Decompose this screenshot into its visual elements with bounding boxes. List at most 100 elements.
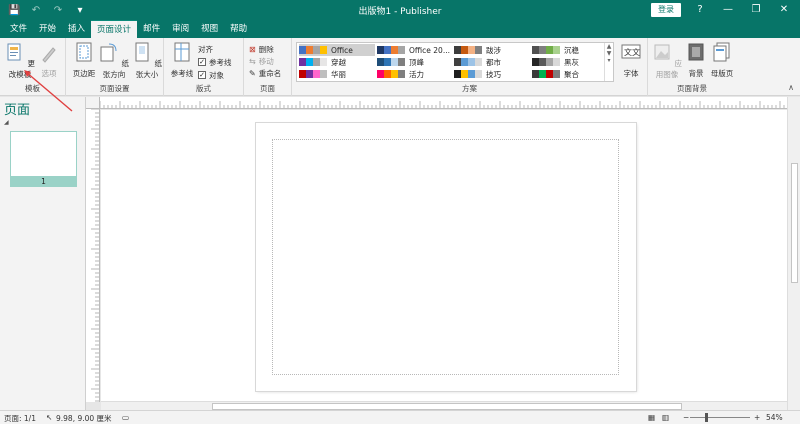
scheme-name: 华丽 [331, 69, 346, 79]
scheme-name: Office [331, 45, 353, 55]
scheme-item[interactable]: 穿越 [299, 56, 375, 68]
scheme-item[interactable]: 跋涉 [454, 44, 530, 56]
master-page-icon [713, 42, 730, 62]
undo-icon[interactable]: ↶ [30, 5, 42, 16]
workspace-canvas[interactable] [101, 110, 787, 401]
page-setup-group: 页边距 纸张方向 纸张大小 页面设置 [66, 38, 164, 96]
delete-page-button[interactable]: ⊠ 删除 [249, 43, 274, 55]
margin-guides [272, 139, 619, 375]
help-button[interactable]: ? [686, 0, 714, 20]
scheme-item[interactable]: 聚合 [532, 68, 608, 80]
zoom-out-button[interactable]: − [683, 413, 689, 422]
group-label-layout: 版式 [196, 84, 211, 93]
zoom-slider-knob[interactable] [705, 413, 708, 422]
scheme-item[interactable]: 黑灰 [532, 56, 608, 68]
scheme-swatch [454, 58, 482, 66]
group-label-schemes: 方案 [462, 84, 477, 93]
collapse-triangle-icon[interactable]: ◢ [4, 119, 9, 126]
scheme-swatch [377, 58, 405, 66]
scheme-name: 活力 [409, 69, 424, 79]
delete-icon: ⊠ [249, 44, 256, 54]
tab-insert[interactable]: 插入 [62, 20, 91, 38]
orientation-button[interactable]: 纸张方向 [97, 42, 131, 80]
scheme-swatch [532, 58, 560, 66]
show-objects-checkbox[interactable]: ✓ 对象 [198, 69, 224, 81]
background-icon [688, 43, 704, 61]
vertical-ruler[interactable] [86, 109, 100, 402]
guides-icon [174, 42, 190, 62]
tab-mailings[interactable]: 邮件 [137, 20, 166, 38]
horizontal-ruler[interactable] [100, 97, 787, 109]
size-button[interactable]: 纸张大小 [130, 42, 164, 80]
apply-image-button[interactable]: 应用图像 [650, 42, 684, 80]
scheme-item[interactable]: 沉稳 [532, 44, 608, 56]
close-button[interactable]: ✕ [770, 0, 798, 20]
scheme-item[interactable]: Office 20... [377, 44, 453, 56]
fonts-button[interactable]: 文 文 字体 [618, 42, 644, 79]
save-icon[interactable]: 💾 [8, 5, 20, 16]
align-option[interactable]: 对齐 [198, 43, 213, 55]
single-page-view-icon[interactable]: ▦ [648, 413, 655, 422]
tab-review[interactable]: 审阅 [166, 20, 195, 38]
restore-button[interactable]: ❐ [742, 0, 770, 20]
publication-page[interactable] [256, 123, 636, 391]
cursor-icon: ↖ [46, 413, 53, 422]
tab-home[interactable]: 开始 [33, 20, 62, 38]
quick-access-toolbar: 💾 ↶ ↷ ▾ [0, 0, 86, 20]
move-icon: ⇆ [249, 56, 256, 66]
two-page-view-icon[interactable]: ▥ [662, 413, 669, 422]
margins-button[interactable]: 页边距 [70, 42, 98, 79]
tab-view[interactable]: 视图 [195, 20, 224, 38]
zoom-level[interactable]: 54% [766, 413, 783, 422]
group-label-page-background: 页面背景 [677, 84, 707, 93]
horizontal-scroll-thumb[interactable] [212, 403, 682, 410]
scheme-swatch [377, 46, 405, 54]
move-page-button[interactable]: ⇆ 移动 [249, 55, 274, 67]
template-group: 更改模板 选项 模板 [0, 38, 66, 96]
guides-button[interactable]: 参考线 [168, 42, 196, 79]
scheme-name: 顶峰 [409, 57, 424, 67]
gallery-scrollbar[interactable]: ▲ ▼ ▾ [604, 43, 613, 81]
checkbox-checked-icon: ✓ [198, 58, 206, 66]
scheme-item[interactable]: 都市 [454, 56, 530, 68]
group-label-template: 模板 [25, 84, 40, 93]
nav-pane-title: 页面 [4, 103, 31, 118]
ribbon-tabs: 文件 开始 插入 页面设计 邮件 审阅 视图 帮助 [0, 20, 800, 38]
master-page-button[interactable]: 母版页 [708, 42, 736, 79]
scheme-item[interactable]: 活力 [377, 68, 453, 80]
tab-page-design[interactable]: 页面设计 [91, 20, 138, 38]
vertical-scroll-thumb[interactable] [791, 163, 798, 283]
horizontal-scrollbar[interactable] [101, 401, 787, 410]
color-scheme-gallery: 聚合 技巧 活力 华丽 黑灰 都市 顶峰 穿越 沉稳 跋涉 Office 20... Office ▲… [296, 42, 614, 82]
redo-icon[interactable]: ↷ [52, 5, 64, 16]
size-icon [135, 42, 149, 62]
scheme-item[interactable]: 顶峰 [377, 56, 453, 68]
scheme-item[interactable]: 华丽 [299, 68, 375, 80]
page-thumbnail[interactable] [10, 131, 77, 177]
customize-qat-icon[interactable]: ▾ [74, 5, 86, 16]
scheme-item[interactable]: Office [299, 44, 375, 56]
vertical-scrollbar[interactable] [787, 97, 800, 410]
ribbon: 更改模板 选项 模板 页边距 纸张方向 纸张大小 页面设置 参考线 对齐 ✓ 参… [0, 38, 800, 96]
show-guides-checkbox[interactable]: ✓ 参考线 [198, 56, 232, 68]
scheme-swatch [532, 46, 560, 54]
tab-help[interactable]: 帮助 [224, 20, 253, 38]
tab-file[interactable]: 文件 [4, 20, 33, 38]
background-button[interactable]: 背景 [684, 42, 708, 79]
scheme-swatch [299, 46, 327, 54]
scheme-name: 跋涉 [486, 45, 501, 55]
zoom-in-button[interactable]: + [754, 413, 760, 422]
scheme-swatch [454, 70, 482, 78]
change-template-button[interactable]: 更改模板 [3, 42, 37, 80]
login-button[interactable]: 登录 [651, 3, 681, 17]
pages-group: ⊠ 删除 ⇆ 移动 ✎ 重命名 页面 [244, 38, 292, 96]
page-status[interactable]: 页面: 1/1 [4, 413, 36, 424]
scheme-name: Office 20... [409, 45, 450, 55]
collapse-ribbon-icon[interactable]: ∧ [788, 83, 794, 92]
scheme-item[interactable]: 技巧 [454, 68, 530, 80]
options-button[interactable]: 选项 [36, 42, 62, 79]
rename-page-button[interactable]: ✎ 重命名 [249, 67, 281, 79]
fonts-icon: 文 文 [621, 44, 641, 59]
minimize-button[interactable]: — [714, 0, 742, 20]
zoom-slider[interactable] [690, 417, 750, 418]
